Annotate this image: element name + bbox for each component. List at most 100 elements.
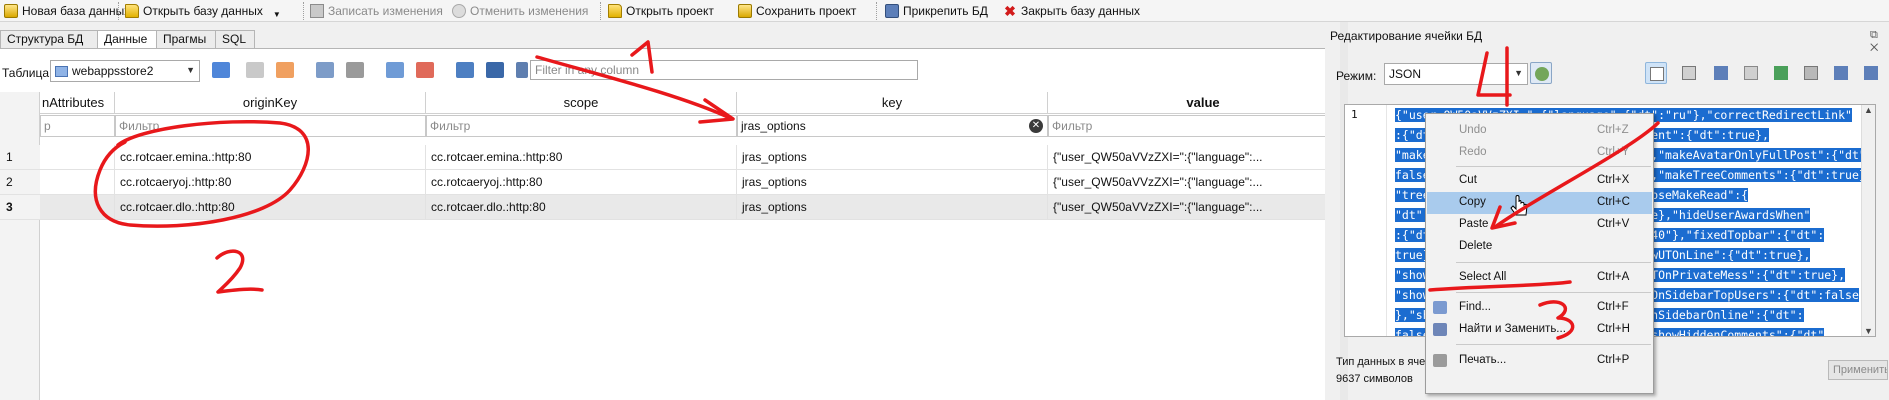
column-filter-input[interactable]: р bbox=[40, 115, 115, 137]
menu-item-paste[interactable]: Paste Ctrl+V bbox=[1427, 214, 1652, 236]
table-select[interactable]: webappsstore2 ▼ bbox=[50, 60, 200, 82]
export-button[interactable] bbox=[1740, 62, 1762, 84]
print-icon[interactable] bbox=[346, 62, 364, 78]
cell-editor-title: Редактирование ячейки БД bbox=[1330, 29, 1483, 43]
column-header[interactable]: originKey bbox=[115, 92, 426, 114]
revert-changes-button[interactable]: Отменить изменения bbox=[452, 2, 588, 20]
tab-pragmas[interactable]: Прагмы bbox=[156, 30, 216, 48]
menu-item-copy[interactable]: Copy Ctrl+C bbox=[1427, 192, 1652, 214]
tab-db-structure[interactable]: Структура БД bbox=[0, 30, 98, 48]
import-button[interactable] bbox=[1710, 62, 1732, 84]
table-cell[interactable] bbox=[40, 145, 115, 170]
new-database-icon bbox=[4, 4, 18, 18]
open-in-editor-button[interactable] bbox=[1830, 62, 1852, 84]
mode-label: Режим: bbox=[1336, 69, 1377, 83]
indent-button[interactable] bbox=[1678, 62, 1700, 84]
tab-bar: Структура БД Данные Прагмы SQL bbox=[0, 30, 1340, 49]
save-project-button[interactable]: Сохранить проект bbox=[738, 2, 856, 20]
close-database-button[interactable]: ✖ Закрыть базу данных bbox=[1003, 2, 1140, 20]
table-cell[interactable]: cc.rotcaer.emina.:http:80 bbox=[426, 145, 737, 170]
text-format-icon[interactable] bbox=[456, 62, 474, 78]
menu-item-find-replace[interactable]: Найти и Заменить... Ctrl+H bbox=[1427, 319, 1652, 341]
export-icon bbox=[1744, 66, 1758, 80]
set-encoding-icon[interactable] bbox=[486, 62, 504, 78]
find-icon bbox=[1433, 301, 1447, 314]
table-cell[interactable]: cc.rotcaer.emina.:http:80 bbox=[115, 145, 426, 170]
tab-sql[interactable]: SQL bbox=[215, 30, 255, 48]
vertical-scrollbar[interactable]: ▲ ▼ bbox=[1861, 105, 1875, 336]
row-number[interactable]: 1 bbox=[0, 145, 40, 170]
print-icon bbox=[1433, 354, 1447, 367]
clear-sorting-icon[interactable] bbox=[276, 62, 294, 78]
table-cell[interactable]: cc.rotcaer.dlo.:http:80 bbox=[115, 195, 426, 220]
row-number[interactable]: 2 bbox=[0, 170, 40, 195]
column-filter-input[interactable]: Фильтр bbox=[1048, 115, 1359, 137]
delete-record-icon[interactable] bbox=[416, 62, 434, 78]
chevron-down-icon[interactable]: ▼ bbox=[273, 10, 281, 19]
column-header[interactable]: scope bbox=[426, 92, 737, 114]
attach-database-button[interactable]: Прикрепить БД bbox=[885, 2, 988, 20]
mode-select[interactable]: JSON ▼ bbox=[1384, 63, 1528, 85]
clear-filters-icon[interactable] bbox=[246, 62, 264, 78]
menu-item-cut[interactable]: Cut Ctrl+X bbox=[1427, 170, 1652, 192]
chevron-up-icon[interactable]: ▲ bbox=[1864, 105, 1873, 115]
main-toolbar: Новая база данных Открыть базу данных ▼ … bbox=[0, 0, 1889, 22]
apply-button[interactable]: Применить bbox=[1828, 360, 1888, 380]
table-cell[interactable]: cc.rotcaeryoj.:http:80 bbox=[426, 170, 737, 195]
line-number-gutter: 1 bbox=[1345, 105, 1387, 336]
menu-item-redo[interactable]: Redo Ctrl+Y bbox=[1427, 142, 1652, 164]
print-cell-button[interactable] bbox=[1800, 62, 1822, 84]
refresh-icon[interactable] bbox=[212, 62, 230, 78]
panel-float-icon[interactable]: ⧉ ✕ bbox=[1870, 29, 1889, 55]
table-cell[interactable]: {"user_QW50aVVzZXI=":{"language":... bbox=[1048, 170, 1359, 195]
toolbar-separator bbox=[118, 2, 119, 20]
menu-item-print[interactable]: Печать... Ctrl+P bbox=[1427, 350, 1652, 372]
open-project-button[interactable]: Открыть проект bbox=[608, 2, 714, 20]
table-cell[interactable]: {"user_QW50aVVzZXI=":{"language":... bbox=[1048, 145, 1359, 170]
find-replace-icon bbox=[1433, 323, 1447, 336]
column-header[interactable]: value bbox=[1048, 92, 1359, 114]
new-database-button[interactable]: Новая база данных bbox=[4, 2, 130, 20]
context-menu: Undo Ctrl+Z Redo Ctrl+Y Cut Ctrl+X Copy … bbox=[1425, 113, 1654, 394]
set-null-button[interactable] bbox=[1770, 62, 1792, 84]
toolbar-separator bbox=[303, 2, 304, 20]
column-filter-input[interactable]: Фильтр bbox=[115, 115, 426, 137]
table-cell[interactable] bbox=[40, 195, 115, 220]
chevron-down-icon: ▼ bbox=[186, 65, 195, 75]
insert-record-icon[interactable] bbox=[386, 62, 404, 78]
table-cell[interactable]: cc.rotcaer.dlo.:http:80 bbox=[426, 195, 737, 220]
table-cell[interactable]: cc.rotcaeryoj.:http:80 bbox=[115, 170, 426, 195]
table-cell[interactable]: jras_options bbox=[737, 195, 1048, 220]
menu-separator bbox=[1456, 166, 1651, 167]
save-table-icon[interactable] bbox=[316, 62, 334, 78]
column-header[interactable]: nAttributes bbox=[40, 92, 115, 114]
char-count: 9637 символов bbox=[1336, 373, 1413, 385]
table-cell[interactable]: jras_options bbox=[737, 170, 1048, 195]
document-icon bbox=[1650, 67, 1664, 81]
clear-filter-icon[interactable]: ✕ bbox=[1029, 119, 1043, 133]
column-header[interactable]: key bbox=[737, 92, 1048, 114]
menu-item-undo[interactable]: Undo Ctrl+Z bbox=[1427, 120, 1652, 142]
global-filter-input[interactable]: Filter in any column bbox=[530, 60, 918, 80]
menu-separator bbox=[1456, 344, 1651, 345]
import-icon bbox=[1714, 66, 1728, 80]
menu-item-find[interactable]: Find... Ctrl+F bbox=[1427, 297, 1652, 319]
chevron-down-icon[interactable]: ▼ bbox=[1864, 326, 1873, 336]
table-cell[interactable] bbox=[40, 170, 115, 195]
write-changes-button[interactable]: Записать изменения bbox=[310, 2, 443, 20]
key-filter-input[interactable]: jras_options ✕ bbox=[737, 115, 1048, 137]
table-cell[interactable]: jras_options bbox=[737, 145, 1048, 170]
table-cell[interactable]: {"user_QW50aVVzZXI=":{"language":... bbox=[1048, 195, 1359, 220]
table-label: Таблица: bbox=[2, 66, 53, 80]
word-wrap-button[interactable] bbox=[1645, 62, 1667, 84]
open-database-button[interactable]: Открыть базу данных ▼ bbox=[125, 2, 281, 20]
tab-data[interactable]: Данные bbox=[97, 30, 157, 49]
auto-switch-mode-button[interactable] bbox=[1530, 62, 1552, 84]
menu-item-delete[interactable]: Delete bbox=[1427, 236, 1652, 258]
menu-item-select-all[interactable]: Select All Ctrl+A bbox=[1427, 267, 1652, 289]
find-icon[interactable] bbox=[516, 62, 528, 78]
column-filter-input[interactable]: Фильтр bbox=[426, 115, 737, 137]
more-tools-button[interactable] bbox=[1860, 62, 1882, 84]
row-number[interactable]: 3 bbox=[0, 195, 40, 220]
print-icon bbox=[1804, 66, 1818, 80]
